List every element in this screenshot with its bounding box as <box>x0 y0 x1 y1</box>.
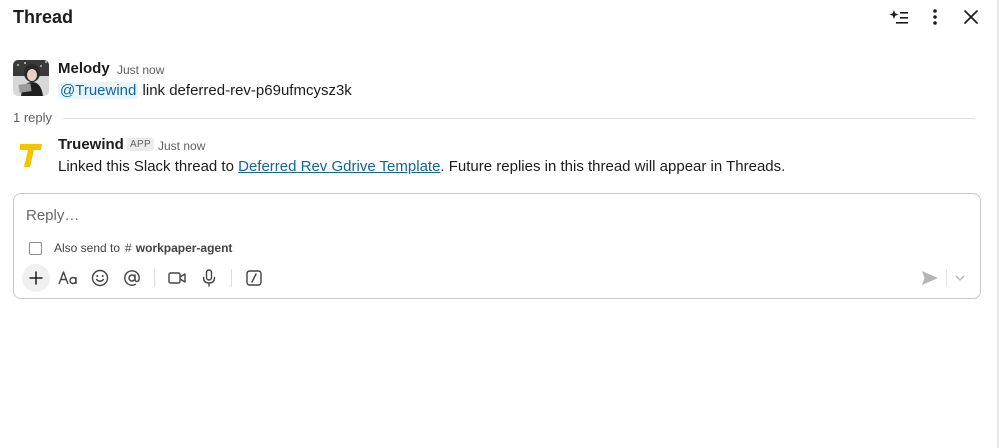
message-melody: Melody Just now @Truewind link deferred-… <box>13 60 983 100</box>
close-icon <box>964 10 978 24</box>
close-button[interactable] <box>960 6 982 28</box>
message-truewind: Truewind APP Just now Linked this Slack … <box>13 136 983 176</box>
timestamp[interactable]: Just now <box>117 63 164 77</box>
video-button[interactable] <box>163 264 191 292</box>
channel-name: workpaper-agent <box>135 241 233 255</box>
thread-header: Thread <box>0 0 997 36</box>
sparkle-list-button[interactable] <box>888 6 910 28</box>
message-body: link deferred-rev-p69ufmcysz3k <box>138 82 352 99</box>
drive-template-link[interactable]: Deferred Rev Gdrive Template <box>238 158 440 175</box>
emoji-button[interactable] <box>86 264 114 292</box>
send-icon <box>922 271 938 285</box>
app-badge: APP <box>127 138 154 151</box>
message-text: Linked this Slack thread to Deferred Rev… <box>58 158 785 175</box>
message-text: @Truewind link deferred-rev-p69ufmcysz3k <box>58 82 352 99</box>
melody-avatar-image <box>13 60 49 96</box>
sparkle-list-icon <box>889 10 908 24</box>
avatar[interactable] <box>13 60 49 96</box>
channel-hash: # <box>125 241 132 255</box>
reply-count: 1 reply <box>13 110 53 125</box>
send-options-button[interactable] <box>947 264 973 292</box>
mention-icon <box>124 270 140 286</box>
mention-button[interactable] <box>118 264 146 292</box>
avatar[interactable] <box>13 136 49 172</box>
chevron-down-icon <box>955 275 965 281</box>
toolbar-divider <box>154 269 155 287</box>
divider-line <box>63 118 975 119</box>
more-vertical-icon <box>933 9 937 25</box>
shortcuts-button[interactable] <box>240 264 268 292</box>
timestamp[interactable]: Just now <box>158 139 205 153</box>
also-send-checkbox[interactable] <box>29 241 42 255</box>
also-send-label: Also send to <box>54 241 121 255</box>
toolbar-divider <box>231 269 232 287</box>
more-options-button[interactable] <box>924 6 946 28</box>
send-button[interactable] <box>916 264 944 292</box>
reply-composer: Also send to # workpaper-agent <box>13 193 981 299</box>
truewind-logo-icon <box>13 136 49 172</box>
formatting-icon <box>58 271 77 285</box>
attach-button[interactable] <box>22 264 50 292</box>
video-icon <box>168 272 186 284</box>
microphone-icon <box>202 269 216 287</box>
formatting-button[interactable] <box>54 264 82 292</box>
author-name[interactable]: Truewind <box>58 136 124 153</box>
emoji-icon <box>91 269 109 287</box>
message-body-start: Linked this Slack thread to <box>58 158 239 175</box>
reply-divider: 1 reply <box>13 110 975 126</box>
also-send-row: Also send to # workpaper-agent <box>29 240 232 256</box>
message-body-end: . Future replies in this thread will app… <box>440 158 786 175</box>
audio-clip-button[interactable] <box>195 264 223 292</box>
plus-icon <box>29 271 43 285</box>
page-title: Thread <box>13 7 74 27</box>
user-mention[interactable]: @Truewind <box>58 82 139 99</box>
author-name[interactable]: Melody <box>58 60 110 77</box>
reply-input[interactable] <box>26 204 966 226</box>
slash-command-icon <box>246 270 262 286</box>
